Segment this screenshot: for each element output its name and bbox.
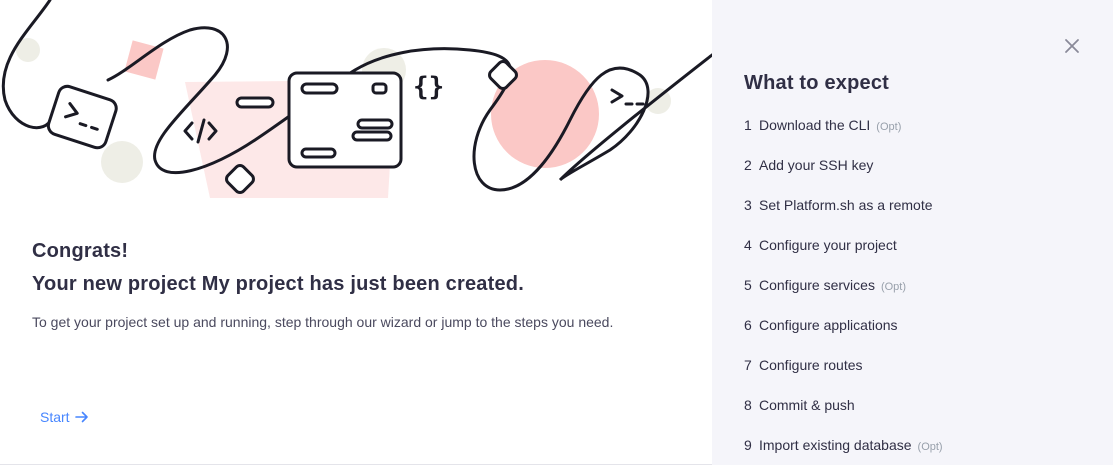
- step-label: Configure applications: [759, 317, 898, 333]
- step-item-commit-push[interactable]: 8 Commit & push: [744, 397, 943, 437]
- step-label: Commit & push: [759, 397, 855, 413]
- step-label: Import existing database: [759, 437, 912, 453]
- setup-illustration: {}: [1, 0, 712, 198]
- prompt-glyph-icon: [610, 88, 645, 106]
- congrats-heading: Congrats!: [32, 240, 129, 262]
- step-item-configure-applications[interactable]: 6 Configure applications: [744, 317, 943, 357]
- step-number: 6: [744, 317, 752, 333]
- step-item-configure-routes[interactable]: 7 Configure routes: [744, 357, 943, 397]
- step-item-configure-project[interactable]: 4 Configure your project: [744, 237, 943, 277]
- curly-braces-icon: {}: [413, 72, 444, 102]
- step-number: 2: [744, 157, 752, 173]
- beige-circle-bottom: [101, 141, 143, 183]
- terminal-prompt-icon: [46, 84, 118, 150]
- step-label: Configure routes: [759, 357, 863, 373]
- project-created-headline: Your new project My project has just bee…: [32, 273, 524, 295]
- steps-list: 1 Download the CLI (Opt) 2 Add your SSH …: [744, 117, 943, 465]
- step-number: 3: [744, 197, 752, 213]
- step-item-import-database[interactable]: 9 Import existing database (Opt): [744, 437, 943, 465]
- step-number: 5: [744, 277, 752, 293]
- step-number: 1: [744, 117, 752, 133]
- project-created-modal: {} Congrats! Your new project My project…: [0, 0, 1113, 465]
- arrow-right-icon: [74, 411, 88, 423]
- step-number: 9: [744, 437, 752, 453]
- step-item-ssh-key[interactable]: 2 Add your SSH key: [744, 157, 943, 197]
- optional-tag: (Opt): [880, 281, 906, 293]
- step-number: 8: [744, 397, 752, 413]
- start-button[interactable]: Start: [40, 409, 90, 425]
- step-label: Add your SSH key: [759, 157, 874, 173]
- step-number: 7: [744, 357, 752, 373]
- optional-tag: (Opt): [876, 121, 902, 133]
- close-button[interactable]: [1064, 38, 1080, 54]
- step-label: Configure your project: [759, 237, 897, 253]
- close-icon: [1065, 39, 1079, 53]
- step-item-configure-services[interactable]: 5 Configure services (Opt): [744, 277, 943, 317]
- dash-bar: [235, 96, 275, 109]
- step-label: Download the CLI: [759, 117, 871, 133]
- step-item-download-cli[interactable]: 1 Download the CLI (Opt): [744, 117, 943, 157]
- step-item-set-remote[interactable]: 3 Set Platform.sh as a remote: [744, 197, 943, 237]
- browser-window-icon: [287, 71, 403, 169]
- intro-text: To get your project set up and running, …: [32, 314, 614, 330]
- step-label: Configure services: [759, 277, 875, 293]
- step-number: 4: [744, 237, 752, 253]
- what-to-expect-panel: What to expect 1 Download the CLI (Opt) …: [712, 0, 1113, 465]
- what-to-expect-title: What to expect: [744, 72, 890, 94]
- start-label: Start: [40, 409, 70, 425]
- step-label: Set Platform.sh as a remote: [759, 197, 933, 213]
- optional-tag: (Opt): [917, 441, 943, 453]
- welcome-panel: {} Congrats! Your new project My project…: [0, 0, 712, 465]
